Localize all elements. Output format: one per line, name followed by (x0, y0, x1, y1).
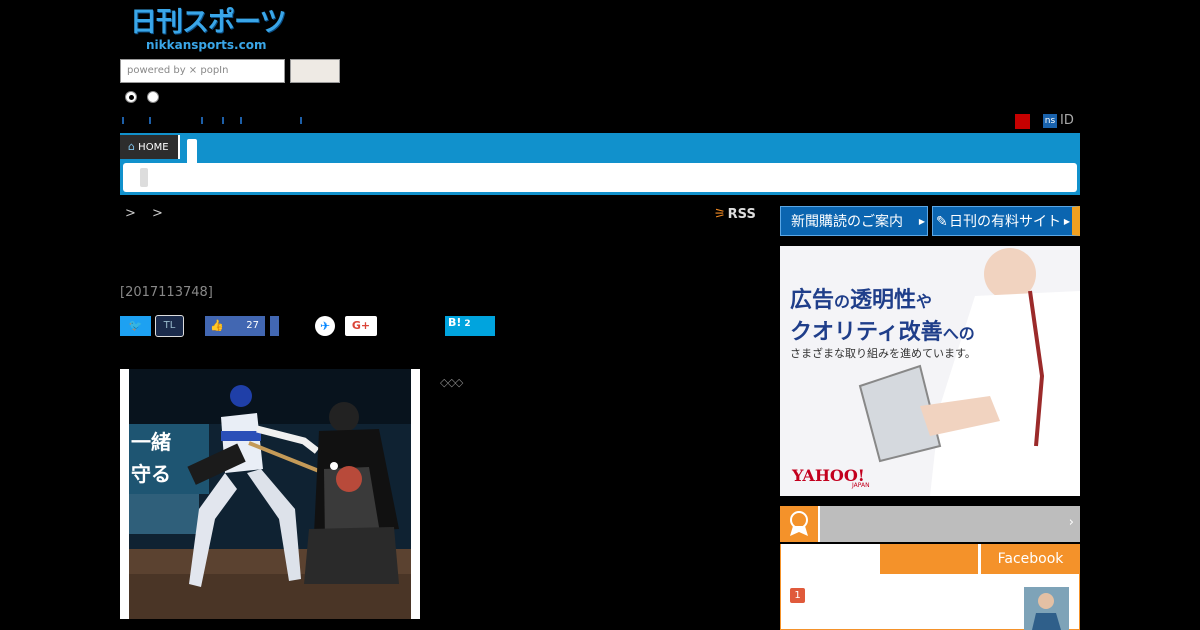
twitter-bird-icon: 🐦 (128, 319, 143, 332)
menu-link-6[interactable] (300, 117, 304, 124)
facebook-ranking-tab[interactable]: Facebook (981, 544, 1080, 574)
ranking-medal-icon (780, 506, 820, 542)
ad-headline-1: 広告の透明性や (790, 288, 933, 313)
ns-badge-icon[interactable]: ns (1043, 114, 1057, 128)
home-icon: ⌂ (128, 140, 135, 153)
article-separator: ◇◇◇ (440, 376, 463, 389)
chevron-right-icon: › (1068, 515, 1074, 530)
rss-icon: ⚞ (714, 207, 726, 222)
twitter-share-button[interactable]: 🐦 (120, 316, 151, 336)
ad-subline: さまざまな取り組みを進めています。 (790, 347, 976, 360)
logo-en-text: nikkansports.com (146, 38, 267, 52)
menu-link-3[interactable] (201, 117, 205, 124)
yahoo-ad-banner[interactable]: 広告の透明性や クオリティ改善への さまざまな取り組みを進めています。 YAHO… (780, 246, 1080, 496)
sub-nav-item[interactable] (140, 168, 148, 187)
menu-link-4[interactable] (222, 117, 226, 124)
facebook-share-button[interactable] (270, 316, 279, 336)
sub-nav-bar (123, 163, 1077, 192)
article-photo[interactable]: 一緒 守る (129, 369, 411, 619)
search-input[interactable]: powered by ⨯ popIn (120, 59, 285, 83)
svg-text:守る: 守る (131, 462, 171, 486)
hatena-count: 2 (464, 319, 471, 329)
ad-headline-2: クオリティ改善への (790, 320, 975, 345)
nav-tab-home[interactable]: ⌂ HOME (120, 135, 180, 159)
ranking-header-bar[interactable]: › (780, 506, 1080, 542)
messenger-icon: ✈ (319, 319, 331, 333)
thumbs-up-icon: 👍 (210, 319, 224, 332)
search-button[interactable] (290, 59, 340, 83)
menu-link-2[interactable] (149, 117, 153, 124)
like-count: 27 (246, 320, 259, 331)
breadcrumb: > > (125, 206, 169, 221)
search-radio-web[interactable] (147, 91, 159, 103)
hatena-label: B! (448, 316, 462, 329)
ns-id-link[interactable]: ID (1060, 113, 1074, 128)
yahoo-logo-japan: JAPAN (852, 482, 870, 489)
newspaper-subscription-button[interactable]: 新聞購読のご案内 ▶ (780, 206, 928, 236)
ranking-number-badge: 1 (790, 588, 805, 603)
caret-right-icon: ▶ (1063, 217, 1070, 226)
search-radio-site[interactable] (125, 91, 137, 103)
nav-tab-active[interactable] (187, 139, 197, 163)
pencil-icon: ✎ (936, 214, 948, 230)
rss-label: RSS (727, 207, 756, 222)
nav-tab-home-label: HOME (138, 142, 169, 153)
article-photo-frame[interactable]: 一緒 守る (120, 369, 420, 619)
site-logo[interactable]: 日刊スポーツ nikkansports.com (130, 8, 290, 56)
logo-jp-text: 日刊スポーツ (130, 7, 286, 38)
menu-link-5[interactable] (240, 117, 244, 124)
article-id: [2017113748] (120, 285, 213, 300)
menu-link-1[interactable] (122, 117, 126, 124)
ranking-thumbnail[interactable] (1024, 587, 1069, 630)
facebook-like-button[interactable]: 👍 27 (205, 316, 265, 336)
paid-sites-label: 日刊の有料サイト (949, 214, 1061, 230)
hatena-bookmark-button[interactable]: B! 2 (445, 316, 495, 336)
rss-link[interactable]: ⚞ RSS (714, 207, 756, 222)
ranking-tab[interactable] (880, 544, 978, 574)
svg-text:一緒: 一緒 (131, 430, 171, 454)
caret-right-icon: ▶ (918, 217, 925, 226)
subscription-label: 新聞購読のご案内 (791, 214, 903, 230)
red-square-icon[interactable] (1015, 114, 1030, 129)
timeline-button[interactable]: TL (155, 315, 184, 337)
paid-sites-button[interactable]: ✎ 日刊の有料サイト ▶ (932, 206, 1080, 236)
baseball-batter-photo: 一緒 守る (129, 369, 411, 619)
google-plus-button[interactable]: G+ (345, 316, 377, 336)
messenger-share-button[interactable]: ✈ (315, 316, 335, 336)
